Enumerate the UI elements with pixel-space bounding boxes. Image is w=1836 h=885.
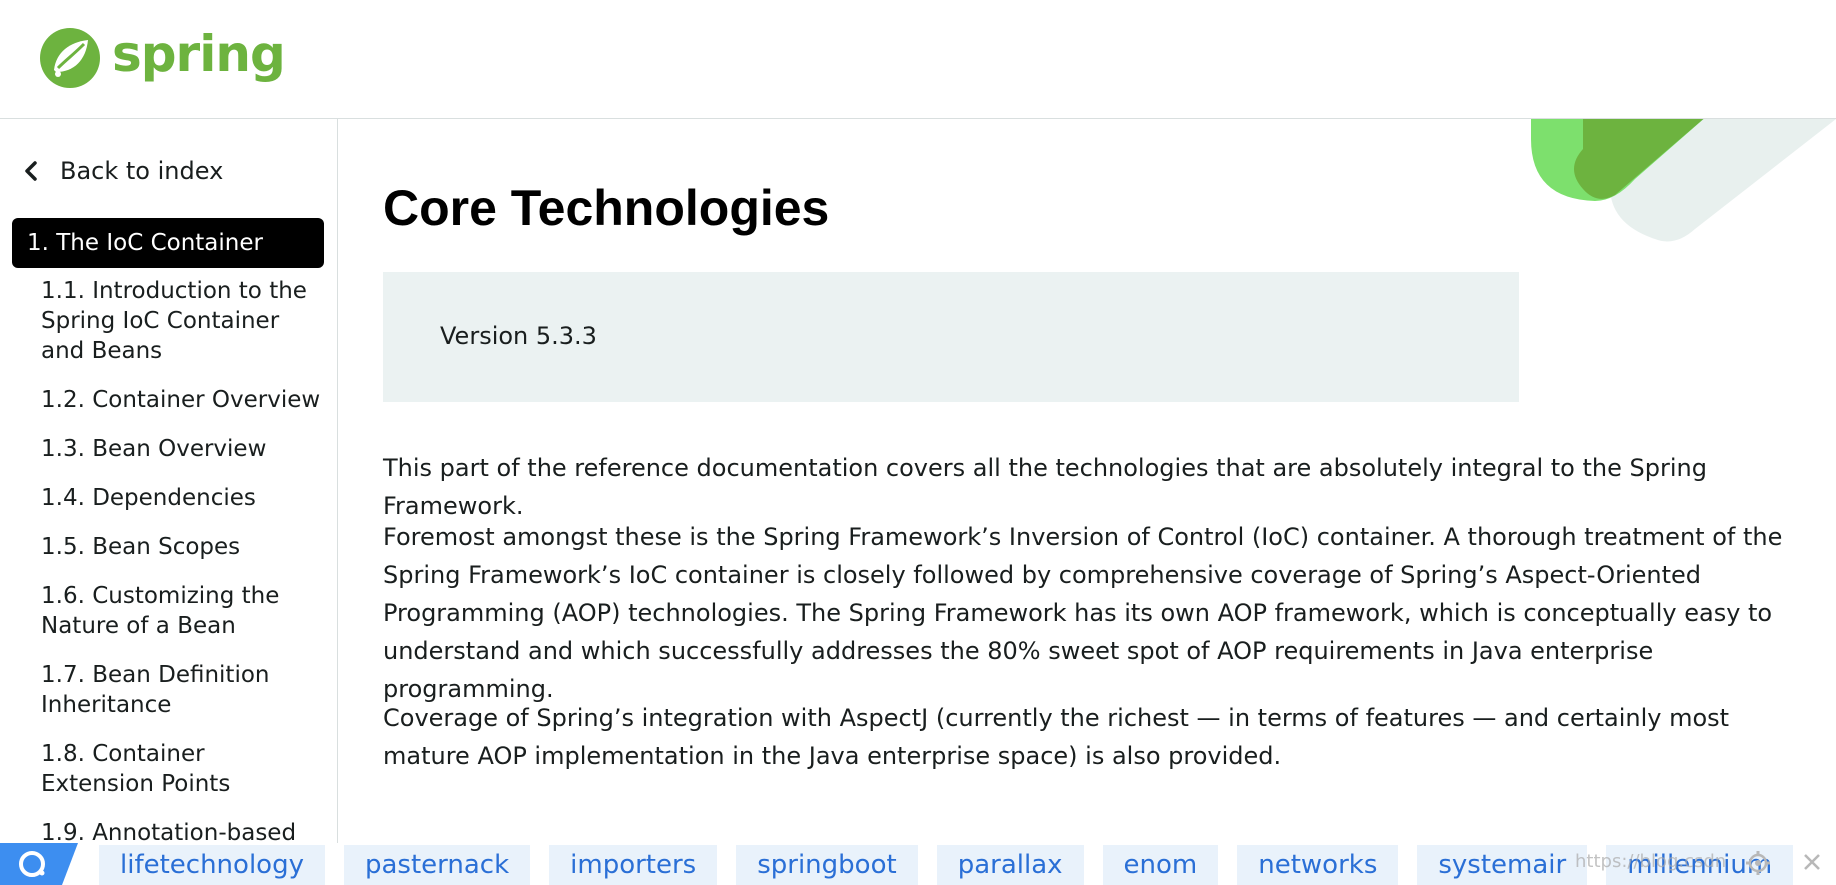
toc-item[interactable]: 1.8. Container Extension Points xyxy=(41,739,321,799)
toc-item[interactable]: 1.7. Bean Definition Inheritance xyxy=(41,660,321,720)
tag-item[interactable]: springboot xyxy=(736,845,918,885)
decorative-shape xyxy=(1531,119,1836,242)
back-to-index-label: Back to index xyxy=(60,157,224,185)
version-panel: Version 5.3.3 xyxy=(383,272,1519,402)
search-badge-icon[interactable] xyxy=(0,843,78,885)
version-label: Version 5.3.3 xyxy=(440,322,597,350)
toc-item[interactable]: 1.3. Bean Overview xyxy=(41,434,321,464)
spring-logo[interactable]: spring xyxy=(38,25,286,90)
tag-item[interactable]: networks xyxy=(1237,845,1399,885)
tag-item[interactable]: enom xyxy=(1102,845,1219,885)
toc-list: 1.1. Introduction to the Spring IoC Cont… xyxy=(41,276,321,867)
ioc-paragraph: Foremost amongst these is the Spring Fra… xyxy=(383,523,1783,703)
toc-item[interactable]: 1.5. Bean Scopes xyxy=(41,532,321,562)
toc-item[interactable]: 1.2. Container Overview xyxy=(41,385,321,415)
chevron-left-icon xyxy=(25,161,37,181)
back-to-index-link[interactable]: Back to index xyxy=(22,157,223,185)
aspectj-paragraph: Coverage of Spring’s integration with As… xyxy=(383,704,1730,770)
tag-item[interactable]: lifetechnology xyxy=(99,845,325,885)
tag-item[interactable]: importers xyxy=(549,845,718,885)
logo-wordmark: spring xyxy=(112,25,286,83)
toc-item[interactable]: 1.4. Dependencies xyxy=(41,483,321,513)
gear-icon[interactable] xyxy=(1745,850,1771,876)
site-header: spring xyxy=(0,0,1836,119)
tag-item[interactable]: systemair xyxy=(1417,845,1588,885)
watermark: https://blog.csdn.net/weixin_46841262 xyxy=(1575,851,1725,872)
intro-paragraph: This part of the reference documentation… xyxy=(383,454,1707,520)
tag-item[interactable]: pasternack xyxy=(343,845,531,885)
tag-bar: lifetechnology pasternack importers spri… xyxy=(0,843,1836,885)
tag-item[interactable]: parallax xyxy=(936,845,1084,885)
toc-sidebar: Back to index 1. The IoC Container 1.1. … xyxy=(0,119,338,885)
close-icon[interactable] xyxy=(1800,850,1824,874)
spring-leaf-icon xyxy=(40,28,100,88)
toc-item[interactable]: 1.6. Customizing the Nature of a Bean xyxy=(41,581,321,641)
toc-item[interactable]: 1.1. Introduction to the Spring IoC Cont… xyxy=(41,276,321,366)
page-title: Core Technologies xyxy=(383,180,830,236)
toc-item-ioc-container[interactable]: 1. The IoC Container xyxy=(12,218,324,268)
tag-list: lifetechnology pasternack importers spri… xyxy=(99,845,1794,885)
